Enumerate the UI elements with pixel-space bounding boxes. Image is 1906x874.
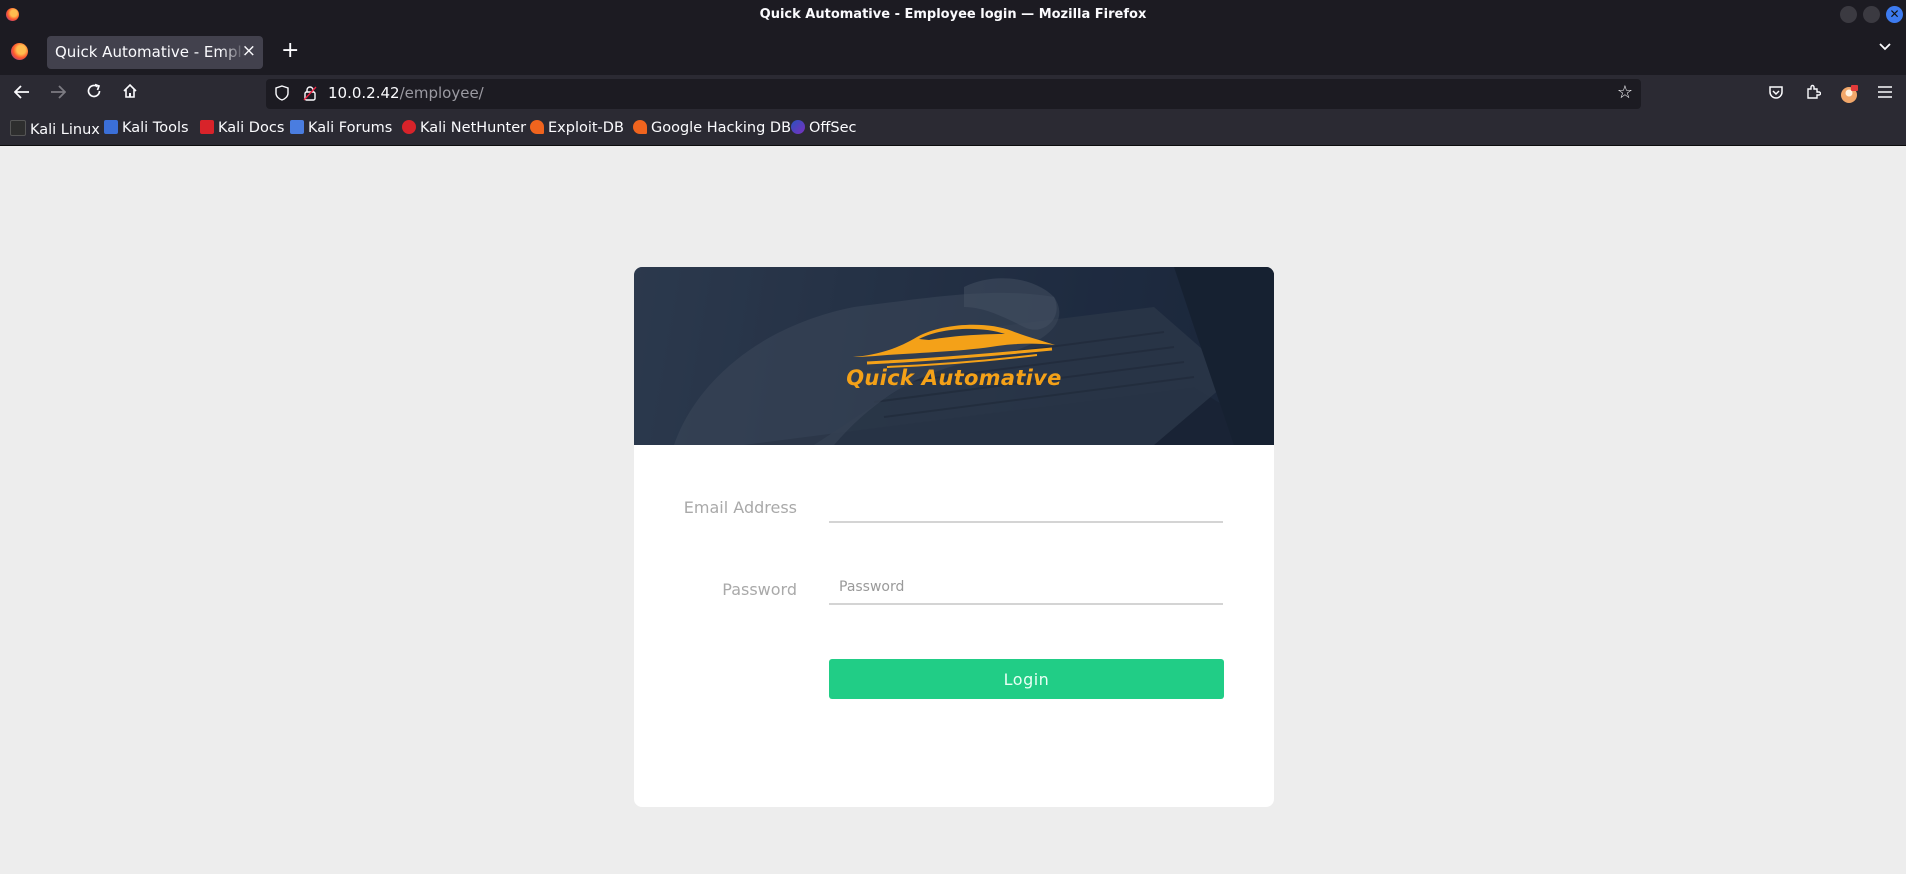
navigation-toolbar: 10.0.2.42/employee/ ☆ bbox=[0, 75, 1906, 113]
tracking-protection-shield-icon[interactable] bbox=[275, 85, 289, 101]
bookmarks-toolbar: Kali Linux Kali Tools Kali Docs Kali For… bbox=[0, 113, 1906, 146]
bookmark-google-hacking-db[interactable]: Google Hacking DB bbox=[633, 120, 791, 138]
password-field[interactable] bbox=[829, 571, 1223, 605]
address-bar[interactable]: 10.0.2.42/employee/ ☆ bbox=[266, 79, 1641, 109]
kali-docs-icon bbox=[200, 120, 214, 134]
password-label: Password bbox=[722, 580, 797, 599]
bookmark-kali-docs[interactable]: Kali Docs bbox=[200, 120, 284, 138]
maximize-button[interactable] bbox=[1863, 6, 1880, 23]
bookmark-label: Kali Linux bbox=[30, 122, 100, 138]
exploit-db-icon bbox=[530, 120, 544, 134]
bookmark-star-icon[interactable]: ☆ bbox=[1617, 82, 1633, 103]
email-field[interactable] bbox=[829, 489, 1223, 523]
ghdb-icon bbox=[633, 120, 647, 134]
bookmark-kali-tools[interactable]: Kali Tools bbox=[104, 120, 189, 138]
offsec-icon bbox=[791, 120, 805, 134]
close-tab-icon[interactable]: × bbox=[242, 41, 256, 61]
close-window-button[interactable]: ✕ bbox=[1886, 6, 1903, 23]
account-avatar-icon[interactable] bbox=[1839, 84, 1859, 104]
bookmark-label: Kali Tools bbox=[122, 120, 189, 136]
hamburger-menu-icon[interactable] bbox=[1875, 84, 1895, 104]
bookmark-kali-nethunter[interactable]: Kali NetHunter bbox=[402, 120, 526, 138]
login-hero-banner: Quick Automative bbox=[634, 267, 1274, 445]
email-label: Email Address bbox=[683, 498, 797, 517]
url-path: /employee/ bbox=[399, 84, 484, 102]
kali-dragon-icon bbox=[10, 120, 26, 136]
bookmark-label: Kali Docs bbox=[218, 120, 285, 136]
extensions-puzzle-icon[interactable] bbox=[1803, 84, 1823, 104]
forward-arrow-icon[interactable] bbox=[46, 82, 70, 106]
bookmark-label: Google Hacking DB bbox=[651, 120, 792, 136]
tab-title: Quick Automative - Employee login bbox=[55, 43, 245, 61]
new-tab-icon[interactable]: + bbox=[281, 38, 299, 63]
window-title: Quick Automative - Employee login — Mozi… bbox=[759, 7, 1147, 22]
url-text[interactable]: 10.0.2.42/employee/ bbox=[328, 84, 484, 102]
bookmark-offsec[interactable]: OffSec bbox=[791, 120, 857, 138]
bookmark-label: Exploit-DB bbox=[548, 120, 624, 136]
kali-forums-icon bbox=[290, 120, 304, 134]
minimize-button[interactable] bbox=[1840, 6, 1857, 23]
login-card: Quick Automative Email Address Password … bbox=[634, 267, 1274, 807]
kali-nethunter-icon bbox=[402, 120, 416, 134]
tab-active[interactable]: Quick Automative - Employee login × bbox=[47, 36, 263, 69]
home-icon[interactable] bbox=[118, 82, 142, 106]
bookmark-exploit-db[interactable]: Exploit-DB bbox=[530, 120, 624, 138]
url-host: 10.0.2.42 bbox=[328, 84, 400, 102]
car-logo-icon bbox=[853, 324, 1055, 368]
kali-tools-icon bbox=[104, 120, 118, 134]
bookmark-label: Kali NetHunter bbox=[420, 120, 527, 136]
bookmark-kali-forums[interactable]: Kali Forums bbox=[290, 120, 392, 138]
window-titlebar: Quick Automative - Employee login — Mozi… bbox=[0, 0, 1906, 29]
bookmark-kali-linux[interactable]: Kali Linux bbox=[10, 120, 100, 138]
back-arrow-icon[interactable] bbox=[10, 82, 34, 106]
list-all-tabs-chevron-icon[interactable] bbox=[1878, 40, 1892, 56]
pocket-icon[interactable] bbox=[1766, 84, 1786, 104]
tab-strip: Quick Automative - Employee login × + bbox=[0, 29, 1906, 75]
reload-icon[interactable] bbox=[82, 82, 106, 106]
bookmark-label: OffSec bbox=[809, 120, 857, 136]
brand-name: Quick Automative bbox=[846, 366, 1062, 390]
bookmark-label: Kali Forums bbox=[308, 120, 393, 136]
login-button[interactable]: Login bbox=[829, 659, 1224, 699]
firefox-view-icon[interactable] bbox=[11, 43, 28, 60]
site-info-lock-icon[interactable] bbox=[303, 85, 317, 101]
